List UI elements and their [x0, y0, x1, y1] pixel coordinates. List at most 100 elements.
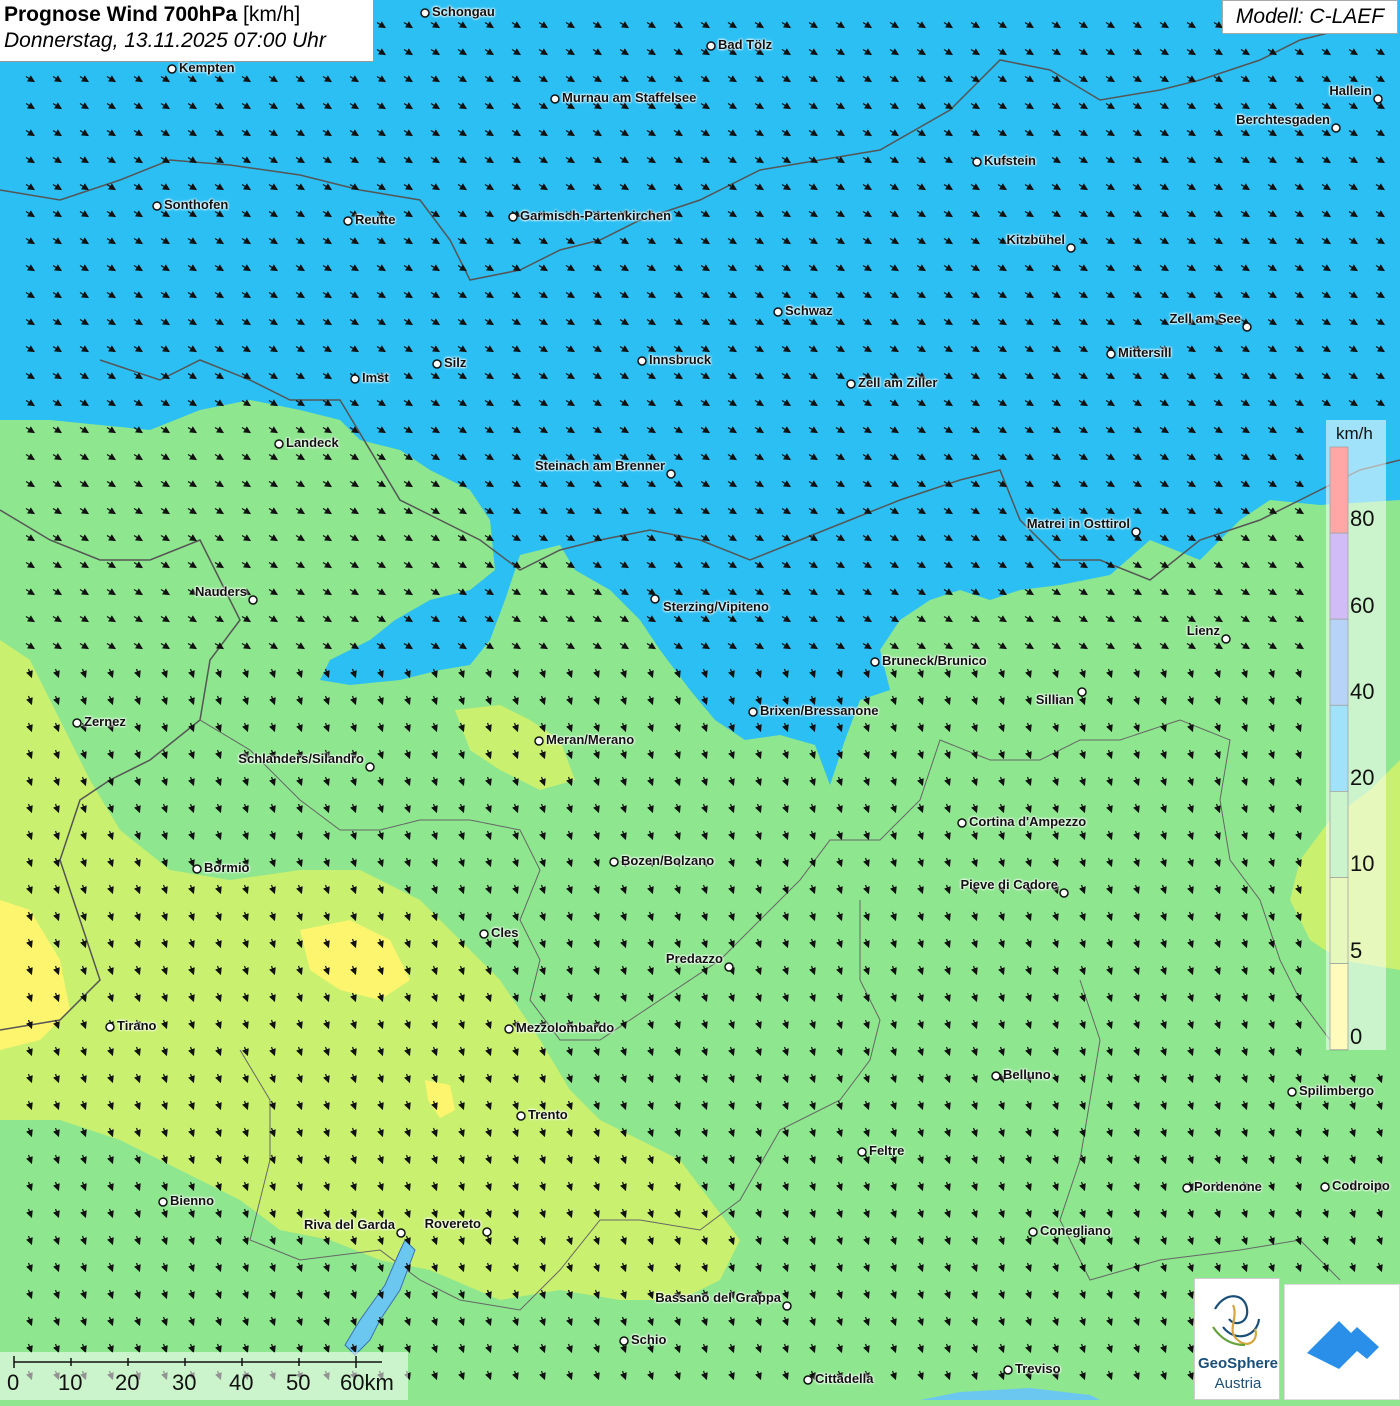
- city-label: Brixen/Bressanone: [760, 703, 879, 718]
- city-marker: [350, 374, 360, 384]
- city-marker: [846, 379, 856, 389]
- geosphere-country: Austria: [1214, 1375, 1262, 1392]
- city-marker: [343, 216, 353, 226]
- city-label: Trento: [528, 1107, 568, 1122]
- city-label: Lienz: [1186, 623, 1220, 638]
- city-marker: [534, 736, 544, 746]
- city-label: Kitzbühel: [1006, 232, 1066, 247]
- legend-label-80: 80: [1350, 506, 1375, 531]
- map-title: Prognose Wind 700hPa [km/h]: [4, 3, 369, 27]
- city-label: Pordenone: [1194, 1179, 1262, 1194]
- scale-label-10: 10: [58, 1370, 83, 1395]
- city-marker: [857, 1147, 867, 1157]
- city-marker: [1373, 94, 1383, 104]
- city-marker: [516, 1111, 526, 1121]
- city-label: Spilimbergo: [1299, 1083, 1375, 1098]
- city-label: Zell am See: [1169, 311, 1241, 326]
- city-label: Matrei in Osttirol: [1026, 516, 1130, 531]
- city-marker: [1131, 527, 1141, 537]
- legend-label-20: 20: [1350, 765, 1375, 790]
- city-marker: [158, 1197, 168, 1207]
- city-marker: [650, 594, 660, 604]
- city-label: Bormio: [204, 860, 250, 875]
- city-label: Schwaz: [785, 303, 833, 318]
- legend-label-0: 0: [1350, 1024, 1363, 1049]
- city-label: Bassano del Grappa: [655, 1290, 781, 1305]
- city-marker: [72, 718, 82, 728]
- city-label: Murnau am Staffelsee: [562, 90, 697, 105]
- city-marker: [666, 469, 676, 479]
- city-marker: [152, 201, 162, 211]
- city-label: Conegliano: [1040, 1223, 1111, 1238]
- city-label: Cortina d'Ampezzo: [969, 814, 1087, 829]
- city-label: Codroipo: [1332, 1178, 1390, 1193]
- legend-unit: km/h: [1336, 424, 1373, 443]
- city-marker: [396, 1228, 406, 1238]
- city-label: Garmisch-Partenkirchen: [520, 208, 672, 223]
- city-marker: [432, 359, 442, 369]
- legend-label-5: 5: [1350, 938, 1363, 963]
- city-label: Schlanders/Silandro: [238, 751, 364, 766]
- city-label: Zell am Ziller: [858, 375, 938, 390]
- city-marker: [957, 818, 967, 828]
- city-marker: [1077, 687, 1087, 697]
- city-marker: [1003, 1365, 1013, 1375]
- city-marker: [365, 762, 375, 772]
- city-marker: [619, 1336, 629, 1346]
- city-label: Zernez: [84, 714, 126, 729]
- city-label: Predazzo: [665, 951, 723, 966]
- city-marker: [706, 41, 716, 51]
- scale-label-30: 30: [172, 1370, 197, 1395]
- city-marker: [504, 1024, 514, 1034]
- legend-label-10: 10: [1350, 851, 1375, 876]
- scale-label-20: 20: [115, 1370, 140, 1395]
- city-marker: [508, 212, 518, 222]
- city-marker: [420, 8, 430, 18]
- city-marker: [479, 929, 489, 939]
- city-marker: [1059, 888, 1069, 898]
- city-label: Bruneck/Brunico: [882, 653, 987, 668]
- city-marker: [1331, 123, 1341, 133]
- city-label: Schongau: [432, 4, 495, 19]
- city-marker: [782, 1301, 792, 1311]
- city-label: Bad Tölz: [718, 37, 773, 52]
- forecast-datetime: Donnerstag, 13.11.2025 07:00 Uhr: [4, 29, 326, 52]
- city-label: Meran/Merano: [546, 732, 635, 747]
- city-marker: [972, 157, 982, 167]
- city-marker: [192, 864, 202, 874]
- city-label: Nauders: [194, 584, 247, 599]
- city-label: Rovereto: [424, 1216, 481, 1231]
- weather-service-logo[interactable]: [1284, 1284, 1400, 1400]
- city-marker: [637, 356, 647, 366]
- legend-label-60: 60: [1350, 593, 1375, 618]
- city-label: Mittersill: [1118, 345, 1172, 360]
- city-label: Innsbruck: [649, 352, 712, 367]
- city-label: Bienno: [170, 1193, 215, 1208]
- city-label: Tirano: [117, 1018, 157, 1033]
- city-marker: [1106, 349, 1116, 359]
- city-marker: [550, 94, 560, 104]
- city-marker: [482, 1227, 492, 1237]
- city-label: Imst: [362, 370, 389, 385]
- city-marker: [167, 64, 177, 74]
- city-marker: [1066, 243, 1076, 253]
- city-label: Cles: [491, 925, 519, 940]
- city-marker: [1221, 634, 1231, 644]
- city-label: Reutte: [355, 212, 396, 227]
- city-label: Kempten: [179, 60, 235, 75]
- map-title-unit: [km/h]: [243, 3, 301, 26]
- city-label: Treviso: [1015, 1361, 1061, 1376]
- scale-label-40: 40: [229, 1370, 254, 1395]
- map-title-main: Prognose Wind 700hPa: [4, 3, 238, 26]
- city-label: Sonthofen: [164, 197, 229, 212]
- geosphere-logo[interactable]: GeoSphere Austria: [1194, 1278, 1280, 1400]
- city-label: Feltre: [869, 1143, 905, 1158]
- model-label: Modell: C-LAEF: [1222, 0, 1398, 34]
- city-marker: [1028, 1227, 1038, 1237]
- city-marker: [1320, 1182, 1330, 1192]
- city-marker: [105, 1022, 115, 1032]
- city-marker: [1287, 1087, 1297, 1097]
- city-marker: [1182, 1183, 1192, 1193]
- geosphere-name: GeoSphere: [1197, 1355, 1279, 1372]
- city-label: Steinach am Brenner: [534, 458, 665, 473]
